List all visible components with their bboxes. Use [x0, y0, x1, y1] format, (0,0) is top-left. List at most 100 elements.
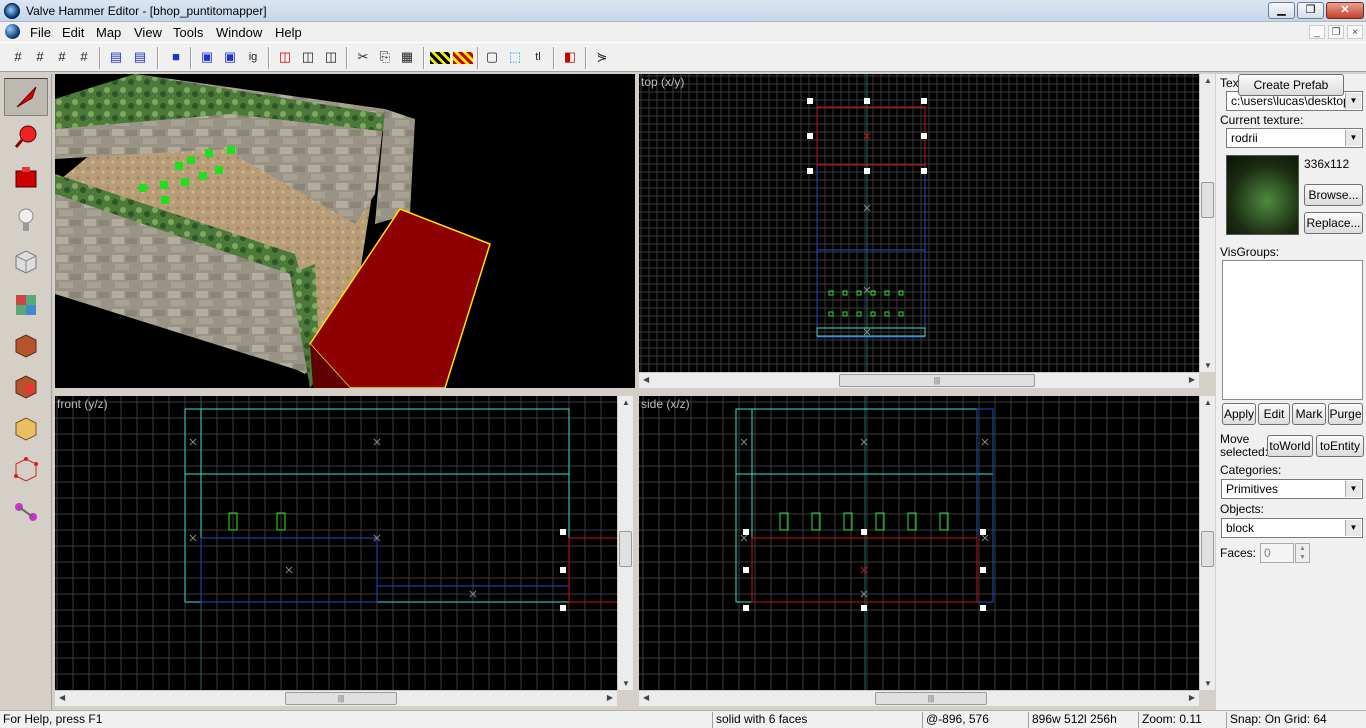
hide-objects-icon[interactable]: ig [243, 47, 263, 67]
mdi-minimize-button[interactable]: _ [1309, 25, 1325, 39]
cut-icon[interactable]: ✂ [353, 47, 373, 67]
select-icon[interactable]: ▢ [482, 47, 502, 67]
menu-window[interactable]: Window [216, 25, 262, 40]
faces-input[interactable]: 0 [1260, 543, 1294, 563]
categories-select[interactable]: Primitives ▼ [1221, 479, 1363, 499]
top-viewport-hscroll[interactable]: ◀ ||| ▶ [639, 372, 1199, 388]
chevron-down-icon[interactable]: ▼ [1345, 93, 1361, 109]
top-viewport[interactable]: top (x/y) [639, 74, 1199, 372]
copy-icon[interactable]: ⎘ [375, 47, 395, 67]
center-marker [189, 534, 197, 542]
scroll-thumb[interactable]: ||| [285, 692, 397, 705]
flip-icon[interactable]: ◧ [560, 47, 580, 67]
menu-file[interactable]: File [30, 25, 51, 40]
carve-icon[interactable]: ■ [166, 47, 186, 67]
mdi-restore-button[interactable]: ❐ [1328, 25, 1344, 39]
selection-handle [980, 605, 986, 611]
side-viewport-vscroll[interactable]: ▲ ▼ [1199, 396, 1215, 690]
minimize-button[interactable]: ▁ [1268, 2, 1295, 19]
selection-handle [807, 168, 813, 174]
status-coordinates: @-896, 576 [922, 712, 1028, 728]
vertex-tool[interactable] [4, 451, 48, 489]
show-objects-icon[interactable]: ◫ [298, 47, 318, 67]
hammer-app-icon[interactable] [4, 3, 20, 19]
grid-larger-icon[interactable]: # [74, 47, 94, 67]
replace-button[interactable]: Replace... [1304, 212, 1363, 234]
purge-button[interactable]: Purge [1328, 403, 1363, 425]
grid-smaller-icon[interactable]: # [52, 47, 72, 67]
current-texture-select[interactable]: rodrii ▼ [1226, 128, 1363, 148]
close-button[interactable]: ✕ [1326, 2, 1364, 19]
ignore-groups-icon[interactable]: ▣ [220, 47, 240, 67]
apply-button[interactable]: Apply [1222, 403, 1256, 425]
maximize-button[interactable]: ❐ [1297, 2, 1324, 19]
hollow-icon[interactable]: ◫ [275, 47, 295, 67]
document-icon[interactable] [5, 24, 20, 39]
texture-application-tool[interactable] [4, 286, 48, 324]
grid-toggle-icon[interactable]: # [8, 47, 28, 67]
path-tool[interactable] [4, 494, 48, 532]
chevron-down-icon[interactable]: ▼ [1345, 481, 1361, 497]
tool-palette [0, 74, 52, 710]
entity-tool[interactable] [4, 202, 48, 240]
select-handles-icon[interactable]: ⬚ [505, 47, 525, 67]
to-entity-button[interactable]: toEntity [1316, 435, 1364, 457]
objects-label: Objects: [1220, 502, 1265, 516]
decal-tool[interactable] [4, 368, 48, 406]
chevron-down-icon[interactable]: ▼ [1345, 130, 1361, 146]
entity-marker [842, 311, 848, 317]
menu-map[interactable]: Map [96, 25, 121, 40]
center-marker [981, 438, 989, 446]
scroll-thumb[interactable] [1201, 531, 1214, 567]
clip-tool[interactable] [4, 410, 48, 448]
menu-tools[interactable]: Tools [173, 25, 203, 40]
camera-3d-viewport[interactable] [55, 74, 635, 388]
menu-view[interactable]: View [134, 25, 162, 40]
menu-help[interactable]: Help [275, 25, 302, 40]
front-viewport[interactable]: front (y/z) [55, 396, 617, 690]
camera-tool[interactable] [4, 160, 48, 198]
center-marker [189, 438, 197, 446]
scroll-thumb[interactable] [619, 531, 632, 567]
scroll-thumb[interactable]: ||| [875, 692, 987, 705]
ungroup-icon[interactable]: ▤ [130, 47, 150, 67]
scroll-thumb[interactable]: ||| [839, 374, 1035, 387]
status-dimensions: 896w 512l 256h [1028, 712, 1136, 728]
top-view-canvas [639, 74, 1199, 372]
scroll-thumb[interactable] [1201, 182, 1214, 218]
faces-stepper[interactable]: ▲ ▼ [1295, 543, 1310, 563]
selection-handle [560, 529, 566, 535]
front-viewport-hscroll[interactable]: ◀ ||| ▶ [55, 690, 617, 706]
mdi-close-button[interactable]: × [1347, 25, 1363, 39]
toolbar-separator [553, 47, 555, 69]
menu-edit[interactable]: Edit [62, 25, 84, 40]
magnify-tool[interactable] [4, 119, 48, 157]
decal-icon[interactable] [453, 52, 473, 64]
paste-icon[interactable]: ▦ [397, 47, 417, 67]
side-viewport-hscroll[interactable]: ◀ ||| ▶ [639, 690, 1199, 706]
to-world-button[interactable]: toWorld [1267, 435, 1313, 457]
top-viewport-vscroll[interactable]: ▲ ▼ [1199, 74, 1215, 372]
texture-lock-icon[interactable]: ▣ [197, 47, 217, 67]
entity-marker [884, 311, 890, 317]
toolbar-separator [157, 47, 159, 69]
block-tool[interactable] [4, 243, 48, 281]
side-viewport[interactable]: side (x/z) [639, 396, 1199, 690]
cube-icon[interactable]: ◫ [321, 47, 341, 67]
mark-button[interactable]: Mark [1292, 403, 1326, 425]
visgroups-list[interactable] [1222, 260, 1363, 400]
create-prefab-button[interactable]: Create Prefab [1238, 74, 1344, 96]
run-map-icon[interactable]: ⋟ [592, 47, 612, 67]
browse-button[interactable]: Browse... [1304, 184, 1363, 206]
move-selected-label-2: selected: [1220, 445, 1269, 459]
front-viewport-vscroll[interactable]: ▲ ▼ [617, 396, 633, 690]
group-icon[interactable]: ▤ [106, 47, 126, 67]
grid-3d-icon[interactable]: # [30, 47, 50, 67]
objects-select[interactable]: block ▼ [1221, 518, 1363, 538]
selection-tool[interactable] [4, 78, 48, 116]
entity-report-icon[interactable]: tl [528, 47, 548, 67]
texture-application-icon[interactable] [430, 52, 450, 64]
edit-button[interactable]: Edit [1258, 403, 1290, 425]
chevron-down-icon[interactable]: ▼ [1345, 520, 1361, 536]
apply-texture-tool[interactable] [4, 327, 48, 365]
